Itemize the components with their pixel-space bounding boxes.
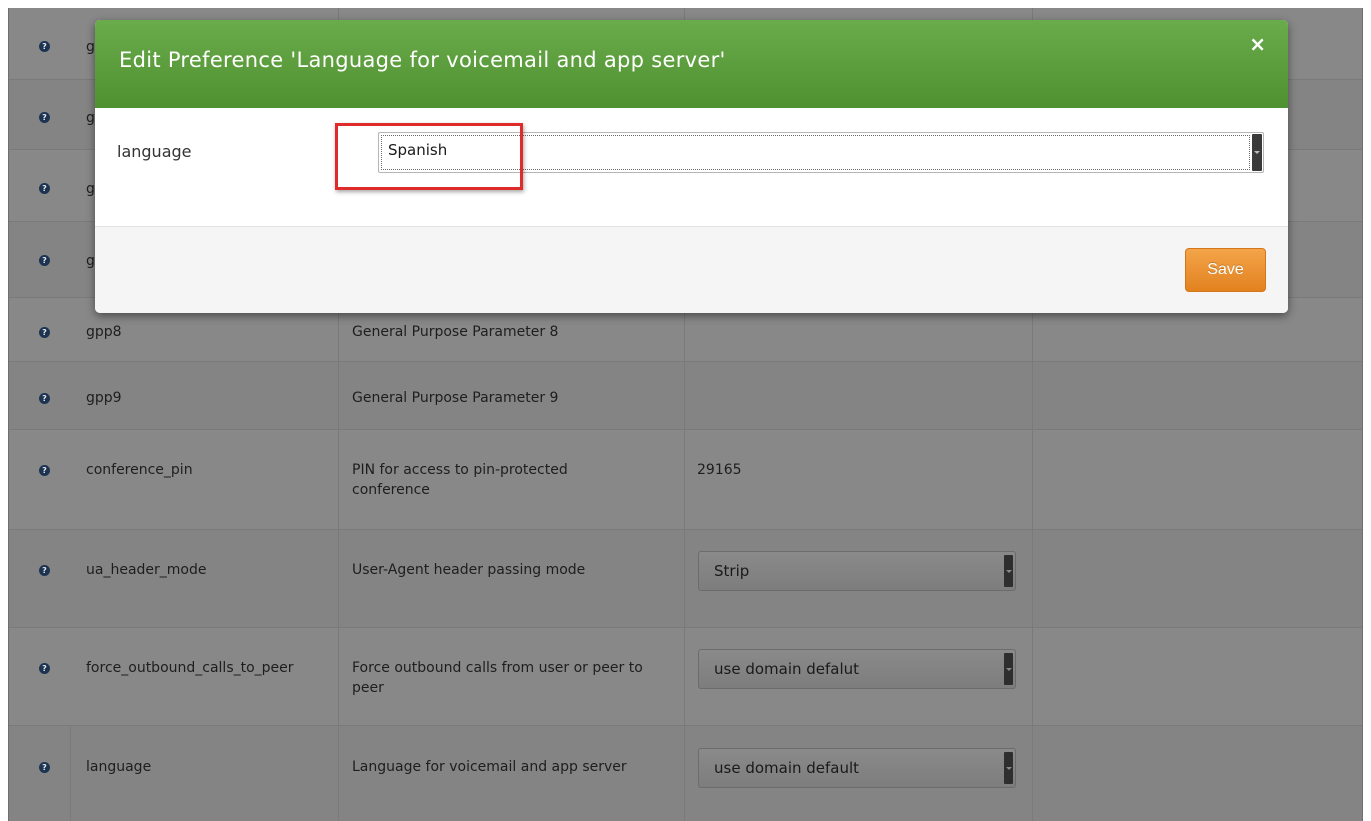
pref-description: User-Agent header passing mode (352, 562, 586, 578)
help-icon[interactable]: ? (39, 255, 50, 266)
table-row: ? ua_header_mode User-Agent header passi… (9, 530, 1362, 628)
dropdown-arrow-icon (1004, 555, 1013, 587)
pref-name: language (86, 759, 152, 775)
language-field-label: language (117, 142, 192, 161)
pref-description: General Purpose Parameter 8 (352, 324, 559, 340)
language-dropdown[interactable]: Spanish (378, 132, 1264, 173)
close-icon[interactable]: × (1249, 32, 1266, 56)
ua-header-mode-select[interactable]: Strip (698, 551, 1016, 591)
modal-footer: Save (95, 226, 1288, 313)
help-icon[interactable]: ? (39, 565, 50, 576)
pref-description: Force outbound calls from user or peer t… (352, 660, 643, 696)
table-row: ? conference_pin PIN for access to pin-p… (9, 430, 1362, 530)
language-select[interactable]: use domain default (698, 748, 1016, 788)
table-row: ? language Language for voicemail and ap… (9, 726, 1362, 821)
pref-name: force_outbound_calls_to_peer (86, 660, 294, 676)
dropdown-arrow-icon (1004, 653, 1013, 685)
help-icon[interactable]: ? (39, 112, 50, 123)
dropdown-arrow-icon (1252, 134, 1262, 171)
pref-name: g (86, 39, 95, 55)
edit-preference-modal: Edit Preference 'Language for voicemail … (95, 20, 1288, 313)
column-divider (70, 726, 71, 821)
pref-description: Language for voicemail and app server (352, 759, 627, 775)
pref-description: PIN for access to pin-protected conferen… (352, 462, 568, 498)
pref-value: 29165 (697, 462, 742, 478)
help-icon[interactable]: ? (39, 41, 50, 52)
pref-name: g (86, 253, 95, 269)
pref-name: gpp8 (86, 324, 122, 340)
save-button[interactable]: Save (1185, 248, 1266, 292)
pref-name: g (86, 110, 95, 126)
select-value: use domain defalut (714, 660, 860, 678)
pref-name: ua_header_mode (86, 562, 207, 578)
modal-header: Edit Preference 'Language for voicemail … (95, 20, 1288, 108)
help-icon[interactable]: ? (39, 663, 50, 674)
modal-title: Edit Preference 'Language for voicemail … (119, 48, 726, 72)
select-value: Strip (714, 562, 750, 580)
screen: ? g ? g ? g ? g ? gpp8 General Purpose P… (0, 0, 1371, 821)
pref-name: g (86, 181, 95, 197)
dropdown-arrow-icon (1004, 752, 1013, 784)
force-outbound-select[interactable]: use domain defalut (698, 649, 1016, 689)
help-icon[interactable]: ? (39, 762, 50, 773)
help-icon[interactable]: ? (39, 393, 50, 404)
help-icon[interactable]: ? (39, 327, 50, 338)
help-icon[interactable]: ? (39, 465, 50, 476)
select-value: use domain default (714, 759, 860, 777)
dropdown-selected-value: Spanish (388, 141, 448, 159)
table-row: ? gpp9 General Purpose Parameter 9 (9, 362, 1362, 430)
pref-name: conference_pin (86, 462, 193, 478)
pref-description: General Purpose Parameter 9 (352, 390, 559, 406)
help-icon[interactable]: ? (39, 183, 50, 194)
pref-name: gpp9 (86, 390, 122, 406)
dropdown-focus-ring (381, 135, 1250, 170)
table-row: ? force_outbound_calls_to_peer Force out… (9, 628, 1362, 726)
